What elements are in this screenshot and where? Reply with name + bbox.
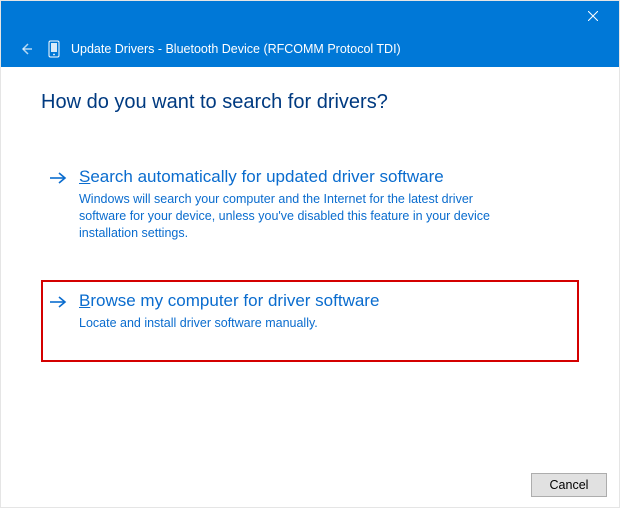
option-description: Locate and install driver software manua… xyxy=(79,315,509,332)
option-title: Search automatically for updated driver … xyxy=(79,166,571,187)
wizard-title: Update Drivers - Bluetooth Device (RFCOM… xyxy=(71,42,401,56)
option-body: Browse my computer for driver software L… xyxy=(79,290,571,332)
option-body: Search automatically for updated driver … xyxy=(79,166,571,242)
close-icon xyxy=(588,11,598,21)
update-drivers-window: Update Drivers - Bluetooth Device (RFCOM… xyxy=(0,0,620,508)
option-title-rest: rowse my computer for driver software xyxy=(90,291,379,310)
option-description: Windows will search your computer and th… xyxy=(79,191,509,242)
option-accel: S xyxy=(79,167,90,186)
cancel-button[interactable]: Cancel xyxy=(531,473,607,497)
wizard-content: How do you want to search for drivers? S… xyxy=(1,67,619,362)
back-arrow-icon xyxy=(18,41,34,57)
option-search-automatically[interactable]: Search automatically for updated driver … xyxy=(41,156,579,256)
option-accel: B xyxy=(79,291,90,310)
wizard-header: Update Drivers - Bluetooth Device (RFCOM… xyxy=(1,31,619,67)
close-button[interactable] xyxy=(571,2,615,30)
option-title-rest: earch automatically for updated driver s… xyxy=(90,167,443,186)
wizard-footer: Cancel xyxy=(531,473,607,497)
titlebar xyxy=(1,1,619,31)
device-icon xyxy=(47,40,61,58)
arrow-right-icon xyxy=(49,291,67,313)
arrow-right-icon xyxy=(49,167,67,189)
page-heading: How do you want to search for drivers? xyxy=(41,91,579,114)
back-button[interactable] xyxy=(15,38,37,60)
option-browse-computer[interactable]: Browse my computer for driver software L… xyxy=(41,280,579,362)
option-title: Browse my computer for driver software xyxy=(79,290,571,311)
